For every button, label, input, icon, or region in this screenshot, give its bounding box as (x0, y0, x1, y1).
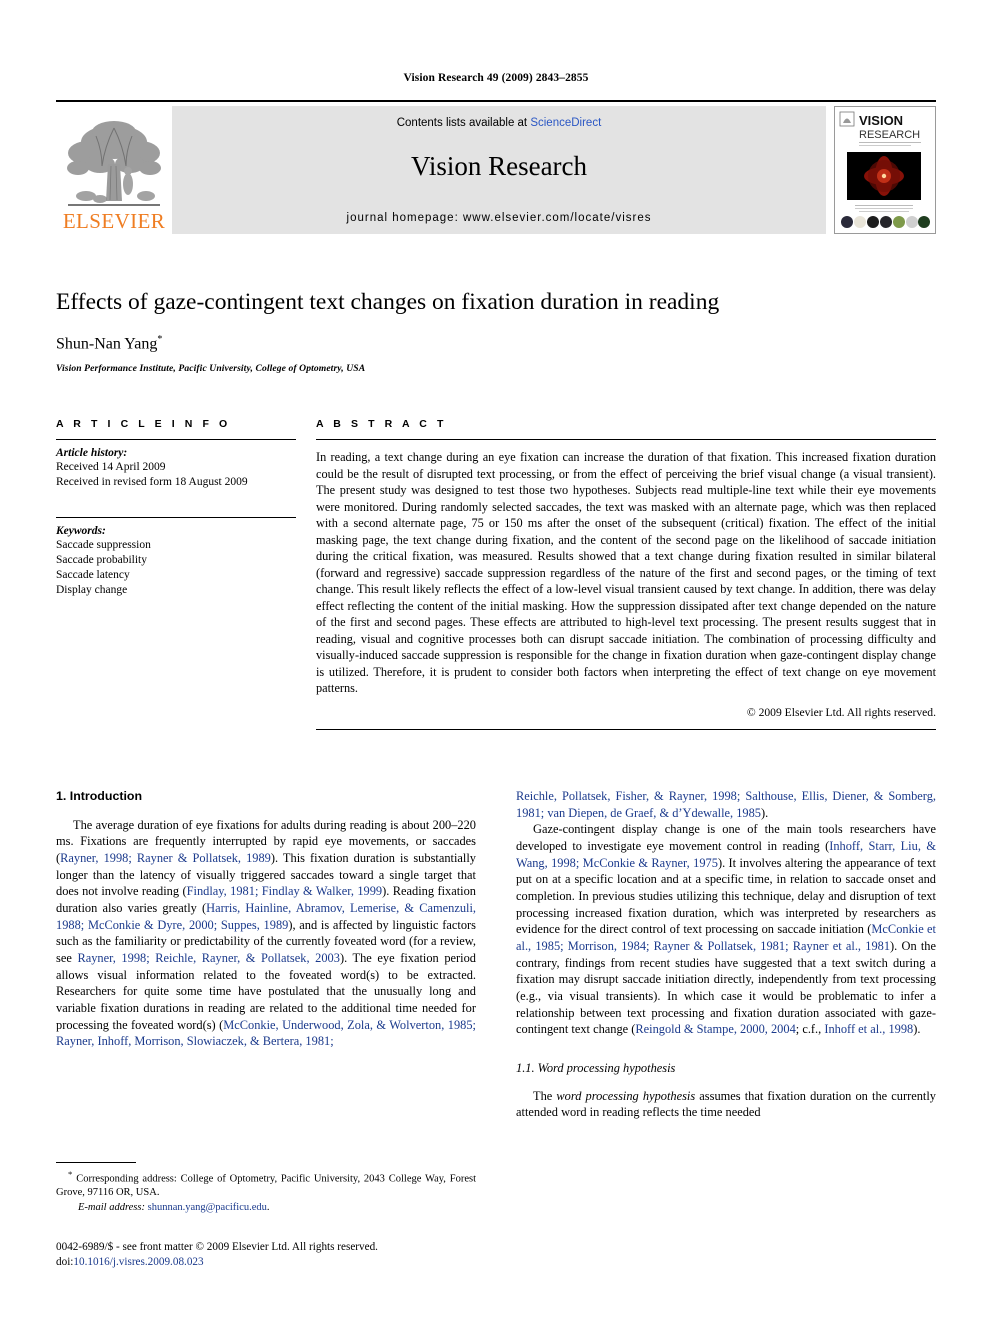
doi-label: doi: (56, 1256, 74, 1269)
subsection-paragraph-1: The word processing hypothesis assumes t… (516, 1088, 936, 1121)
affiliation: Vision Performance Institute, Pacific Un… (56, 362, 366, 374)
keyword-item: Saccade probability (56, 553, 148, 566)
footnote-block: * Corresponding address: College of Opto… (56, 1162, 476, 1215)
journal-cover-image: VISION RESEARCH (835, 107, 933, 233)
keyword-item: Display change (56, 584, 128, 597)
email-line: E-mail address: shunnan.yang@pacificu.ed… (56, 1201, 476, 1215)
article-history-revised: Received in revised form 18 August 2009 (56, 476, 248, 489)
keyword-item: Saccade suppression (56, 538, 151, 551)
footnote-rule (56, 1162, 136, 1163)
front-matter-line: 0042-6989/$ - see front matter © 2009 El… (56, 1241, 378, 1253)
abstract-copyright: © 2009 Elsevier Ltd. All rights reserved… (746, 705, 936, 719)
subsection-heading-word-processing-hypothesis: 1.1. Word processing hypothesis (516, 1061, 676, 1076)
para-text: The (533, 1088, 557, 1103)
citation-link[interactable]: Inhoff et al., 1998 (824, 1022, 913, 1036)
body-column-right: Reichle, Pollatsek, Fisher, & Rayner, 19… (516, 788, 936, 1188)
contents-available-line: Contents lists available at ScienceDirec… (172, 117, 826, 129)
emphasised-term: word processing hypothesis (556, 1088, 696, 1103)
email-link[interactable]: shunnan.yang@pacificu.edu (148, 1202, 267, 1213)
sciencedirect-link[interactable]: ScienceDirect (530, 117, 601, 129)
article-info-column: A R T I C L E I N F O Article history: R… (56, 418, 296, 730)
citation-link[interactable]: Rayner, 1998; Rayner & Pollatsek, 1989 (60, 851, 271, 865)
author-name: Shun-Nan Yang (56, 335, 158, 353)
email-label: E-mail address: (78, 1202, 145, 1214)
keyword-item: Saccade latency (56, 569, 130, 582)
elsevier-logo: ELSEVIER (56, 106, 172, 234)
sciencedirect-banner: Contents lists available at ScienceDirec… (172, 106, 826, 234)
para-text: ). (760, 805, 769, 820)
journal-title: Vision Research (410, 151, 588, 181)
article-history-received: Received 14 April 2009 (56, 461, 166, 473)
elsevier-tree-icon: ELSEVIER (56, 106, 172, 234)
author-line: Shun-Nan Yang* (56, 334, 936, 353)
svg-text:VISION: VISION (859, 113, 903, 128)
para-text: ; c.f., (795, 1022, 825, 1037)
running-head: Vision Research 49 (2009) 2843–2855 (403, 72, 589, 84)
paper-page: Vision Research 49 (2009) 2843–2855 ELSE… (0, 0, 992, 1323)
svg-text:ELSEVIER: ELSEVIER (63, 209, 165, 233)
footnote-marker: * (68, 1169, 73, 1179)
doi-line: doi:10.1016/j.visres.2009.08.023 (56, 1255, 516, 1270)
journal-masthead: ELSEVIER Contents lists available at Sci… (56, 100, 936, 236)
citation-link[interactable]: Findlay, 1981; Findlay & Walker, 1999 (187, 884, 383, 898)
info-abstract-region: A R T I C L E I N F O Article history: R… (56, 418, 936, 730)
doi-link[interactable]: 10.1016/j.visres.2009.08.023 (73, 1256, 203, 1268)
intro-paragraph-2: Gaze-contingent display change is one of… (516, 821, 936, 1038)
keywords-label: Keywords: (56, 524, 106, 537)
page-title: Effects of gaze-contingent text changes … (56, 289, 720, 315)
intro-paragraph-1-continued: Reichle, Pollatsek, Fisher, & Rayner, 19… (516, 788, 936, 821)
abstract-heading: A B S T R A C T (316, 418, 447, 430)
body-column-left: 1. Introduction The average duration of … (56, 788, 476, 1188)
contents-available-text: Contents lists available at (396, 117, 531, 129)
svg-text:RESEARCH: RESEARCH (859, 129, 920, 141)
imprint-block: 0042-6989/$ - see front matter © 2009 El… (56, 1240, 516, 1270)
citation-link[interactable]: Reingold & Stampe, 2000, 2004 (635, 1022, 795, 1036)
corresponding-address-text: Corresponding address: College of Optome… (56, 1173, 476, 1199)
title-block: Effects of gaze-contingent text changes … (56, 288, 936, 374)
abstract-column: A B S T R A C T In reading, a text chang… (316, 418, 936, 730)
section-heading-introduction: 1. Introduction (56, 789, 143, 803)
journal-homepage[interactable]: journal homepage: www.elsevier.com/locat… (172, 212, 826, 224)
article-info-heading: A R T I C L E I N F O (56, 418, 231, 430)
citation-link[interactable]: Reichle, Pollatsek, Fisher, & Rayner, 19… (516, 789, 936, 820)
author-correspondence-marker[interactable]: * (157, 334, 162, 345)
abstract-text: In reading, a text change during an eye … (316, 450, 936, 696)
article-history-group: Article history: Received 14 April 2009 … (56, 440, 296, 491)
email-tail: . (266, 1202, 270, 1214)
intro-paragraph-1: The average duration of eye fixations fo… (56, 817, 476, 1050)
corresponding-address: * Corresponding address: College of Opto… (56, 1169, 476, 1200)
keywords-group: Keywords: Saccade suppression Saccade pr… (56, 516, 296, 599)
citation-link[interactable]: Rayner, 1998; Reichle, Rayner, & Pollats… (77, 951, 340, 965)
article-history-label: Article history: (56, 447, 128, 459)
journal-cover-thumbnail: VISION RESEARCH (834, 106, 936, 234)
para-text: ). (913, 1022, 921, 1037)
body-columns: 1. Introduction The average duration of … (56, 788, 936, 1188)
